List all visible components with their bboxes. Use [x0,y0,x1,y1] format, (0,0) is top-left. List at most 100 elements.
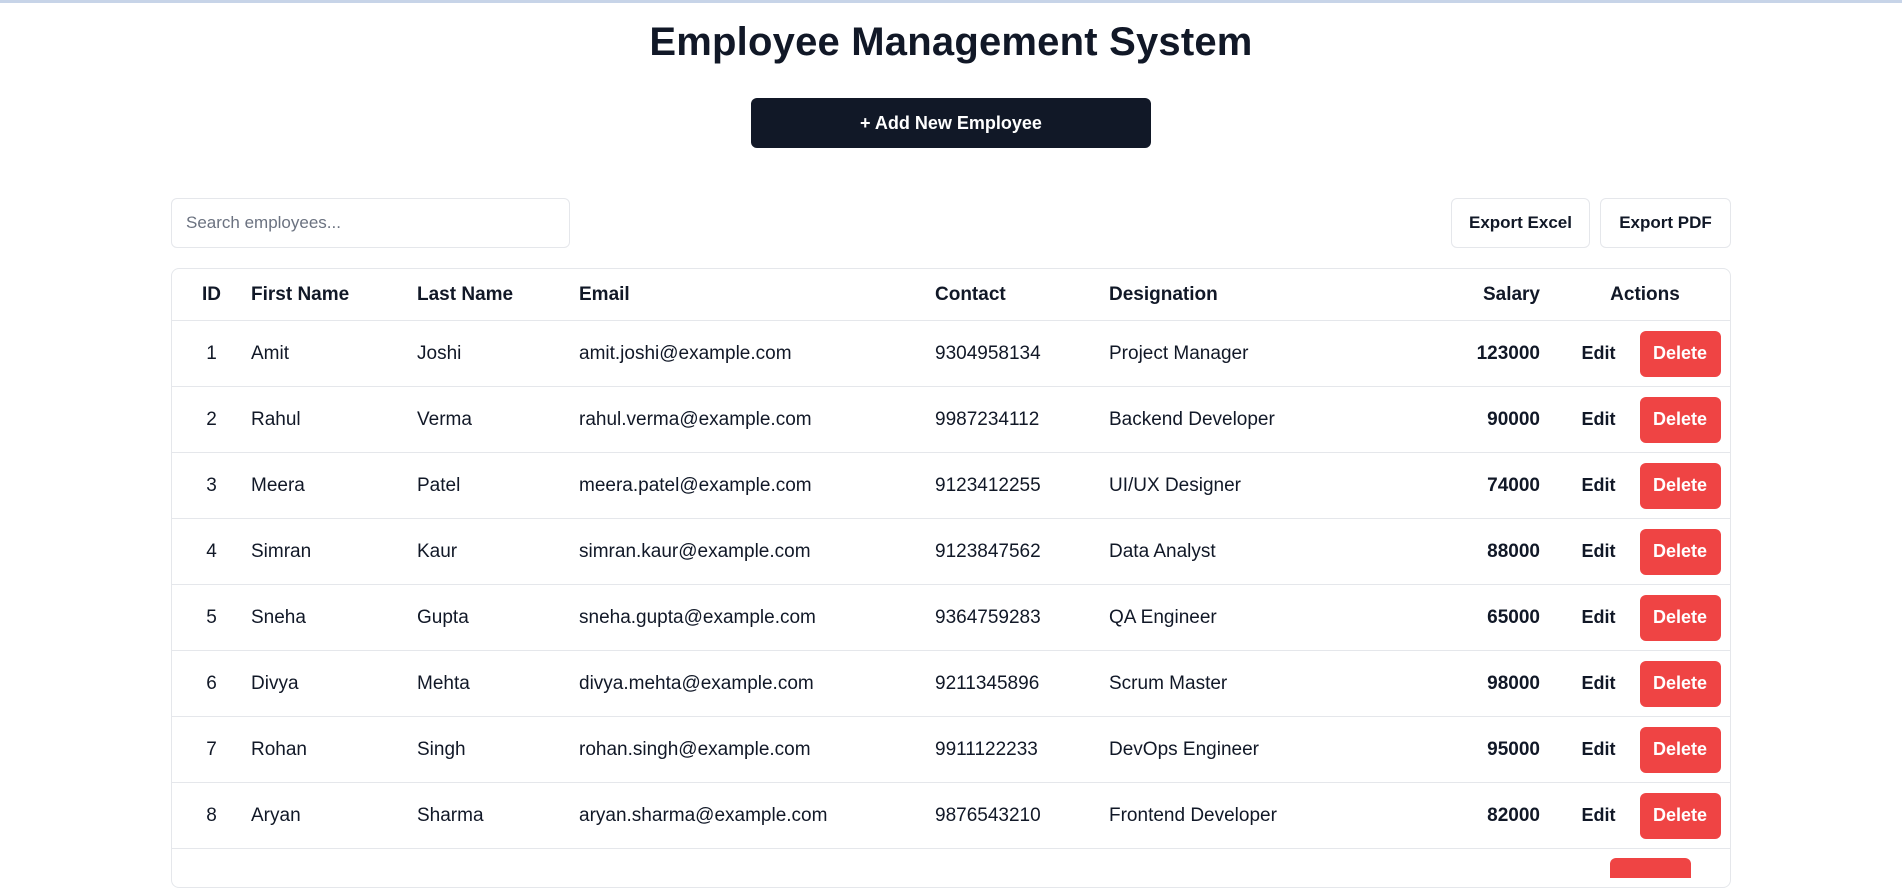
cell-last-name: Verma [417,386,579,453]
cell-salary: 95000 [1367,716,1560,783]
cell-first-name: Aryan [251,782,417,849]
delete-button[interactable]: Delete [1639,594,1721,641]
header-email: Email [579,269,935,321]
header-designation: Designation [1109,269,1367,321]
cell-actions: Edit Delete [1560,716,1730,783]
cell-actions: Edit Delete [1560,782,1730,849]
cell-id: 5 [172,584,251,651]
cell-first-name: Rahul [251,386,417,453]
header-first-name: First Name [251,269,417,321]
cell-id: 2 [172,386,251,453]
cell-designation: DevOps Engineer [1109,716,1367,783]
edit-button[interactable]: Edit [1570,599,1628,636]
edit-button[interactable]: Edit [1570,467,1628,504]
edit-button[interactable]: Edit [1570,731,1628,768]
cell-last-name: Patel [417,452,579,519]
delete-button[interactable]: Delete [1639,528,1721,575]
edit-button[interactable]: Edit [1570,401,1628,438]
table-row: 6 Divya Mehta divya.mehta@example.com 921134… [172,650,1730,717]
row-actions: Edit Delete [1560,726,1730,773]
delete-button[interactable]: Delete [1639,396,1721,443]
cell-first-name: Amit [251,320,417,387]
edit-button[interactable]: Edit [1570,335,1628,372]
header-last-name: Last Name [417,269,579,321]
cell-salary: 123000 [1367,320,1560,387]
delete-button-partial[interactable] [1610,858,1691,878]
export-excel-button[interactable]: Export Excel [1451,198,1590,248]
cell-email: aryan.sharma@example.com [579,782,935,849]
cell-email: divya.mehta@example.com [579,650,935,717]
table-row: 2 Rahul Verma rahul.verma@example.com 998723… [172,386,1730,453]
delete-button[interactable]: Delete [1639,726,1721,773]
cell-designation: Data Analyst [1109,518,1367,585]
page-title: Employee Management System [649,20,1253,64]
cell-contact: 9123412255 [935,452,1109,519]
cell-designation: Scrum Master [1109,650,1367,717]
cell-email: meera.patel@example.com [579,452,935,519]
cell-id: 7 [172,716,251,783]
cell-contact: 9304958134 [935,320,1109,387]
row-actions: Edit Delete [1560,660,1730,707]
cell-actions: Edit Delete [1560,452,1730,519]
search-input[interactable] [171,198,570,248]
table-row: 4 Simran Kaur simran.kaur@example.com 912384… [172,518,1730,585]
edit-button[interactable]: Edit [1570,533,1628,570]
cell-id: 6 [172,650,251,717]
add-employee-button[interactable]: + Add New Employee [751,98,1151,148]
employee-table-container: ID First Name Last Name Email Contact De… [171,268,1731,888]
cell-email: amit.joshi@example.com [579,320,935,387]
cell-actions: Edit Delete [1560,650,1730,717]
header-salary: Salary [1367,269,1560,321]
cell-first-name: Meera [251,452,417,519]
cell-first-name: Rohan [251,716,417,783]
table-row: 1 Amit Joshi amit.joshi@example.com 93049581… [172,320,1730,387]
cell-email: simran.kaur@example.com [579,518,935,585]
cell-id: 8 [172,782,251,849]
cell-designation: Backend Developer [1109,386,1367,453]
table-body: 1 Amit Joshi amit.joshi@example.com 93049581… [172,320,1730,849]
cell-last-name: Sharma [417,782,579,849]
cell-contact: 9211345896 [935,650,1109,717]
row-actions: Edit Delete [1560,594,1730,641]
cell-id: 4 [172,518,251,585]
row-actions: Edit Delete [1560,396,1730,443]
cell-contact: 9364759283 [935,584,1109,651]
table-row: 3 Meera Patel meera.patel@example.com 912341… [172,452,1730,519]
row-actions: Edit Delete [1560,792,1730,839]
cell-email: sneha.gupta@example.com [579,584,935,651]
header-actions: Actions [1560,269,1730,321]
cell-first-name: Simran [251,518,417,585]
cell-salary: 82000 [1367,782,1560,849]
cell-salary: 90000 [1367,386,1560,453]
cell-last-name: Singh [417,716,579,783]
export-pdf-button[interactable]: Export PDF [1600,198,1731,248]
employee-table: ID First Name Last Name Email Contact De… [172,269,1730,849]
table-row: 8 Aryan Sharma aryan.sharma@example.com 9876… [172,782,1730,849]
delete-button[interactable]: Delete [1639,330,1721,377]
cell-id: 3 [172,452,251,519]
cell-first-name: Divya [251,650,417,717]
row-actions: Edit Delete [1560,462,1730,509]
cell-salary: 88000 [1367,518,1560,585]
cell-email: rahul.verma@example.com [579,386,935,453]
cell-contact: 9123847562 [935,518,1109,585]
cell-actions: Edit Delete [1560,584,1730,651]
delete-button[interactable]: Delete [1639,660,1721,707]
header-id: ID [172,269,251,321]
cell-last-name: Gupta [417,584,579,651]
cell-salary: 65000 [1367,584,1560,651]
cell-actions: Edit Delete [1560,518,1730,585]
delete-button[interactable]: Delete [1639,792,1721,839]
cell-last-name: Kaur [417,518,579,585]
cell-designation: Frontend Developer [1109,782,1367,849]
cell-contact: 9876543210 [935,782,1109,849]
edit-button[interactable]: Edit [1570,797,1628,834]
cell-salary: 74000 [1367,452,1560,519]
table-row: 5 Sneha Gupta sneha.gupta@example.com 936475… [172,584,1730,651]
page: Employee Management System + Add New Emp… [0,0,1902,888]
edit-button[interactable]: Edit [1570,665,1628,702]
cell-actions: Edit Delete [1560,320,1730,387]
header-contact: Contact [935,269,1109,321]
delete-button[interactable]: Delete [1639,462,1721,509]
row-actions: Edit Delete [1560,330,1730,377]
